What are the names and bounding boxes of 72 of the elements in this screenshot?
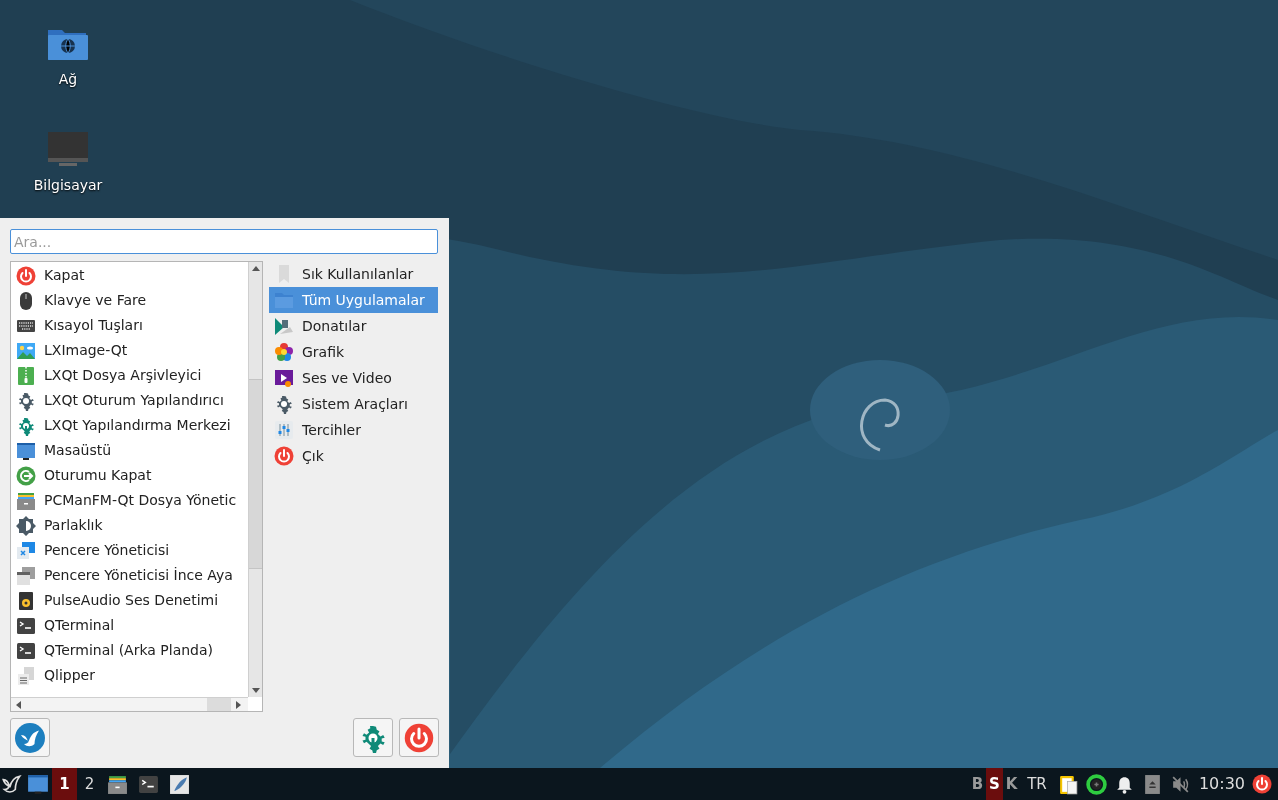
bird-icon (1, 773, 23, 795)
app-item[interactable]: Pencere Yöneticisi (11, 538, 248, 563)
app-item[interactable]: Klavye ve Fare (11, 288, 248, 313)
ring-icon (1085, 773, 1107, 795)
gear-icon (16, 390, 36, 411)
workspace-button[interactable]: 2 (77, 768, 102, 800)
file-cabinet-icon (107, 773, 128, 795)
bird-icon (15, 722, 45, 753)
brightness-icon (16, 515, 36, 536)
clock[interactable]: 10:30 (1194, 768, 1250, 800)
scrollbar-thumb[interactable] (249, 379, 262, 569)
category-item[interactable]: Sık Kullanılanlar (269, 261, 438, 287)
power-icon (1252, 774, 1272, 794)
about-button[interactable] (10, 718, 50, 757)
scrollbar-thumb[interactable] (207, 698, 231, 711)
vertical-scrollbar[interactable] (248, 262, 262, 697)
lock-key-indicator[interactable]: B (969, 768, 986, 800)
app-item[interactable]: QTerminal (11, 613, 248, 638)
terminal-icon (16, 640, 36, 661)
flower-icon (274, 342, 294, 362)
app-item[interactable]: Oturumu Kapat (11, 463, 248, 488)
file-cabinet-icon (16, 490, 36, 511)
app-item[interactable]: LXQt Yapılandırma Merkezi (11, 413, 248, 438)
terminal-icon (16, 615, 36, 636)
lock-key-indicator[interactable]: S (986, 768, 1003, 800)
app-item[interactable]: Qlipper (11, 663, 248, 688)
feather-icon (169, 773, 190, 795)
app-item[interactable]: LXQt Dosya Arşivleyici (11, 363, 248, 388)
power-icon (274, 446, 294, 466)
desktop-icon-label[interactable]: Bilgisayar (33, 176, 103, 194)
app-item[interactable]: LXImage-Qt (11, 338, 248, 363)
lock-key-indicator[interactable]: K (1003, 768, 1020, 800)
horizontal-scrollbar[interactable] (11, 697, 248, 711)
settings-button[interactable] (353, 718, 393, 757)
desktop-icon-label[interactable]: Ağ (58, 70, 78, 88)
image-icon (16, 340, 36, 361)
app-item[interactable]: Parlaklık (11, 513, 248, 538)
logout-icon (16, 465, 36, 486)
app-item[interactable]: Masaüstü (11, 438, 248, 463)
window-icon (16, 565, 36, 586)
accessories-icon (274, 316, 294, 336)
speaker-icon (16, 590, 36, 611)
gear-icon (274, 394, 294, 414)
category-item[interactable]: Ses ve Video (269, 365, 438, 391)
sliders-icon (274, 420, 294, 440)
keyboard-layout-indicator[interactable]: TR (1020, 768, 1054, 800)
folder-icon (274, 290, 294, 310)
monitor-icon (16, 440, 36, 461)
video-icon (274, 368, 294, 388)
app-item[interactable]: Kısayol Tuşları (11, 313, 248, 338)
app-item[interactable]: Kapat (11, 263, 248, 288)
app-item[interactable]: PCManFM-Qt Dosya Yönetic (11, 488, 248, 513)
clipboard-icon (16, 665, 36, 686)
app-item[interactable]: Pencere Yöneticisi İnce Aya (11, 563, 248, 588)
terminal-icon (138, 773, 159, 795)
app-item[interactable]: LXQt Oturum Yapılandırıcı (11, 388, 248, 413)
monitor-icon (27, 773, 49, 795)
zipper-icon (16, 365, 36, 386)
power-icon (404, 722, 434, 753)
workspace-button[interactable]: 1 (52, 768, 77, 800)
clipboard-icon (1057, 773, 1079, 795)
search-field[interactable]: Ara... (10, 229, 438, 254)
app-item[interactable]: QTerminal (Arka Planda) (11, 638, 248, 663)
category-item[interactable]: Donatılar (269, 313, 438, 339)
app-item[interactable]: PulseAudio Ses Denetimi (11, 588, 248, 613)
category-item[interactable]: Grafik (269, 339, 438, 365)
wrench-gear-icon (16, 415, 36, 436)
category-item[interactable]: Sistem Araçları (269, 391, 438, 417)
power-icon (16, 265, 36, 286)
windows-icon (16, 540, 36, 561)
category-item[interactable]: Tercihler (269, 417, 438, 443)
category-item[interactable]: Çık (269, 443, 438, 469)
